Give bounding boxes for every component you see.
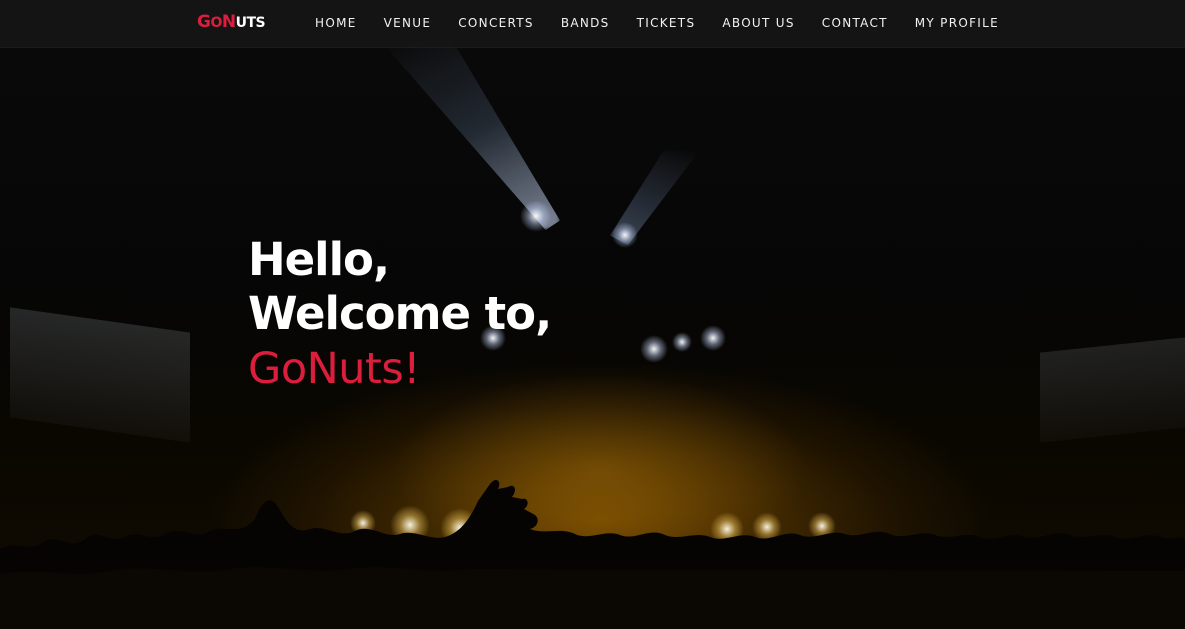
- hero-welcome-line: Welcome to,: [248, 287, 552, 340]
- logo-letters: G: [197, 12, 211, 32]
- nav-about-us[interactable]: ABOUT US: [722, 16, 794, 30]
- nav-contact[interactable]: CONTACT: [822, 16, 888, 30]
- nav-links: HOME VENUE CONCERTS BANDS TICKETS ABOUT US CON…: [315, 16, 1026, 30]
- gonuts-logo[interactable]: GONUTS: [197, 12, 266, 32]
- stage-spotlight: [640, 335, 668, 363]
- nav-home[interactable]: HOME: [315, 16, 357, 30]
- stage-screen-right: [1040, 337, 1185, 443]
- stage-spotlight: [672, 332, 692, 352]
- top-navbar: GONUTS HOME VENUE CONCERTS BANDS TICKETS ABOU…: [0, 0, 1185, 48]
- hero-welcome: Hello, Welcome to, GoNuts!: [248, 233, 552, 397]
- crowd-silhouette: [0, 479, 1185, 629]
- stage-spotlight: [520, 200, 552, 232]
- logo-letters: UTS: [235, 15, 266, 31]
- stage-screen-left: [10, 307, 190, 443]
- nav-venue[interactable]: VENUE: [384, 16, 432, 30]
- stage-spotlight: [700, 325, 726, 351]
- logo-letters: N: [221, 12, 236, 32]
- nav-tickets[interactable]: TICKETS: [637, 16, 696, 30]
- nav-concerts[interactable]: CONCERTS: [458, 16, 534, 30]
- hero-brand-name: GoNuts!: [248, 344, 421, 394]
- nav-my-profile[interactable]: MY PROFILE: [915, 16, 999, 30]
- stage-spotlight: [612, 222, 638, 248]
- hero-greeting: Hello,: [248, 233, 390, 286]
- nav-bands[interactable]: BANDS: [561, 16, 610, 30]
- page: GONUTS HOME VENUE CONCERTS BANDS TICKETS ABOU…: [0, 0, 1185, 629]
- logo-letters: O: [210, 15, 222, 31]
